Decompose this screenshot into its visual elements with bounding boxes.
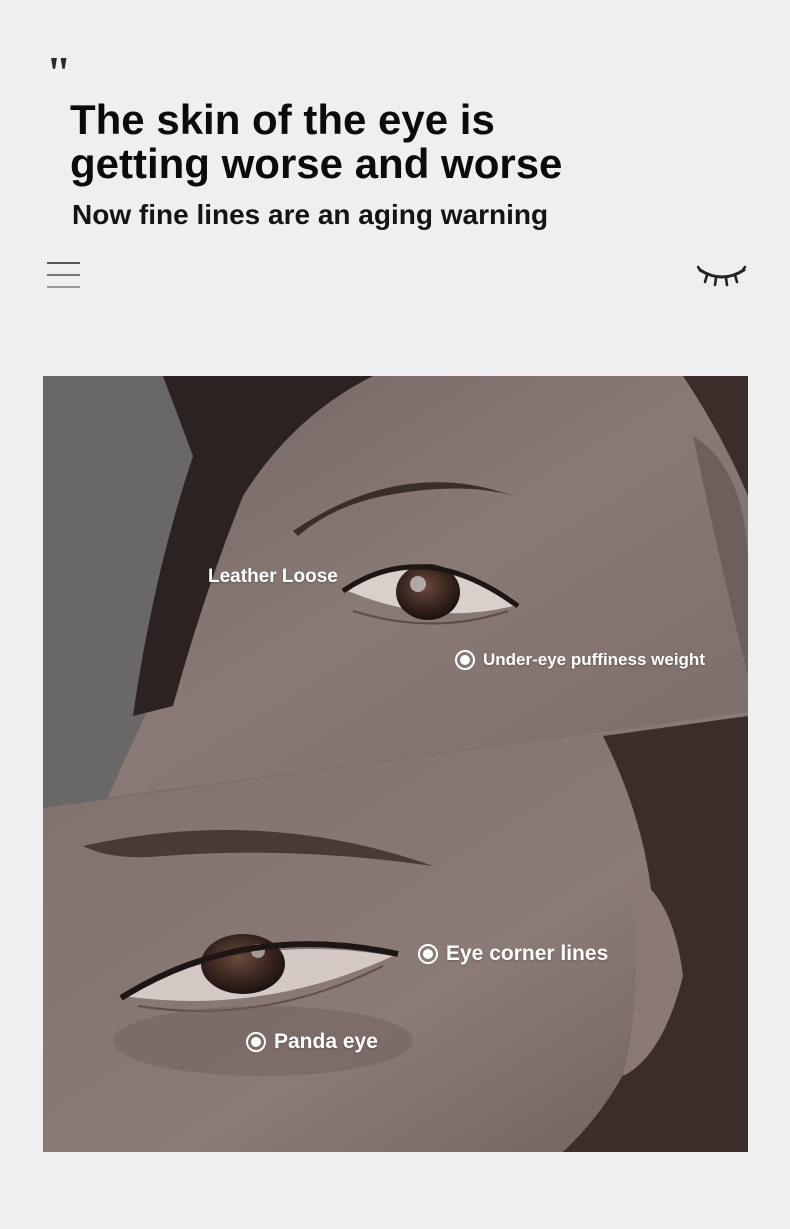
page-title: The skin of the eye is getting worse and… (70, 98, 690, 186)
callout-leather-loose: Leather Loose (208, 566, 338, 588)
eye-photo: Leather Loose Under-eye puffiness weight… (43, 376, 748, 1152)
page-subtitle: Now fine lines are an aging warning (72, 199, 549, 230)
quote-mark: " (46, 47, 72, 98)
target-dot-icon (246, 1032, 266, 1052)
target-dot-icon (418, 944, 438, 964)
target-dot-icon (455, 650, 475, 670)
menu-lines-icon (47, 262, 80, 288)
eye-photo-illustration (43, 376, 748, 1152)
callout-panda-eye-label: Panda eye (274, 1030, 378, 1053)
callout-under-eye-puffiness: Under-eye puffiness weight (455, 650, 705, 670)
title-line-2: getting worse and worse (70, 140, 563, 187)
callout-eye-corner-lines: Eye corner lines (418, 942, 608, 966)
callout-panda-eye: Panda eye (246, 1030, 378, 1054)
callout-under-eye-label: Under-eye puffiness weight (483, 650, 705, 669)
title-line-1: The skin of the eye is (70, 96, 495, 143)
callout-leather-loose-label: Leather Loose (208, 566, 338, 587)
callout-eye-corner-label: Eye corner lines (446, 942, 609, 965)
closed-eye-lash-icon (697, 265, 747, 287)
